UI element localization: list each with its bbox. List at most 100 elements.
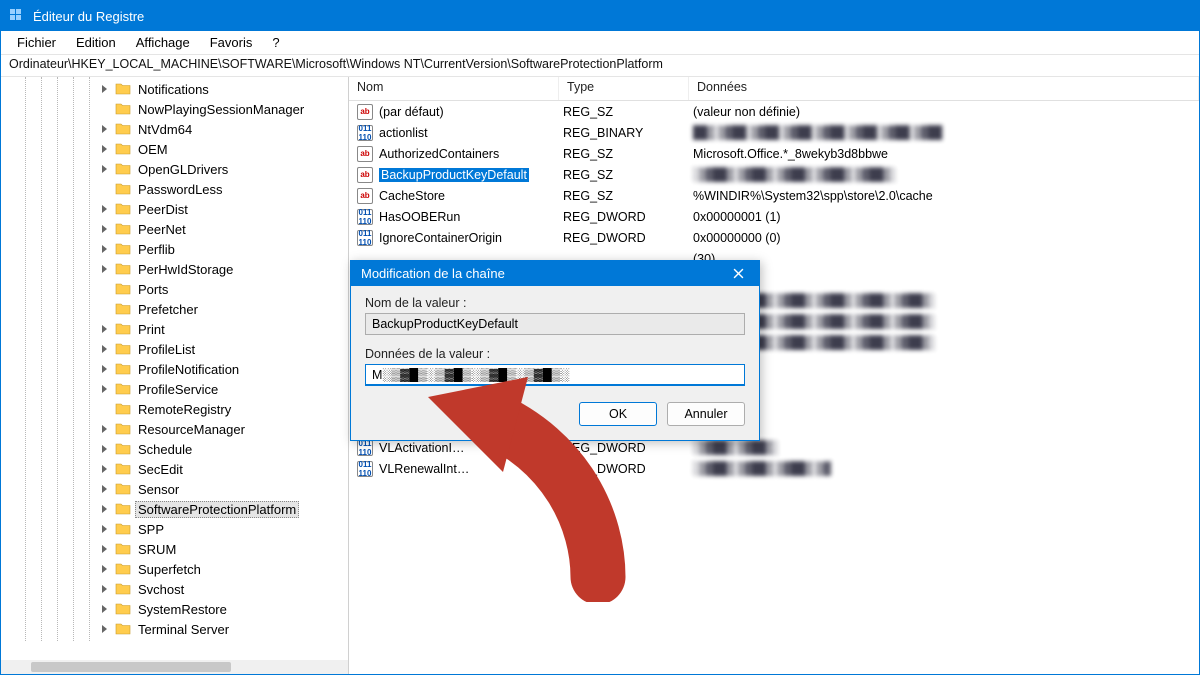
chevron-right-icon[interactable] — [99, 163, 111, 175]
scrollbar-thumb[interactable] — [31, 662, 231, 672]
column-header-data[interactable]: Données — [689, 77, 1199, 100]
chevron-right-icon[interactable] — [99, 83, 111, 95]
menu-file[interactable]: Fichier — [7, 33, 66, 52]
list-row[interactable]: 011110IgnoreContainerOriginREG_DWORD0x00… — [349, 227, 1199, 248]
tree-pane[interactable]: NotificationsNowPlayingSessionManagerNtV… — [1, 77, 349, 674]
tree-item[interactable]: Prefetcher — [3, 299, 349, 319]
folder-icon — [115, 421, 131, 437]
folder-icon — [115, 561, 131, 577]
tree-item[interactable]: ProfileService — [3, 379, 349, 399]
chevron-right-icon[interactable] — [99, 623, 111, 635]
value-data: ░▒▓██▒░▒▓██▒░▒▓██▒░▒▓██▒░▒▓██▒░ — [689, 167, 1199, 182]
tree-item[interactable]: PerHwIdStorage — [3, 259, 349, 279]
chevron-right-icon[interactable] — [99, 483, 111, 495]
tree-item[interactable]: PeerDist — [3, 199, 349, 219]
tree-item[interactable]: NtVdm64 — [3, 119, 349, 139]
menu-help[interactable]: ? — [262, 33, 289, 52]
dialog-titlebar[interactable]: Modification de la chaîne — [351, 261, 759, 286]
tree-item[interactable]: Ports — [3, 279, 349, 299]
chevron-right-icon[interactable] — [99, 583, 111, 595]
tree-item[interactable]: NowPlayingSessionManager — [3, 99, 349, 119]
tree-item[interactable]: OEM — [3, 139, 349, 159]
tree-item[interactable]: ResourceManager — [3, 419, 349, 439]
tree-item[interactable]: Superfetch — [3, 559, 349, 579]
string-value-icon: ab — [357, 146, 373, 162]
value-name-input[interactable] — [365, 313, 745, 335]
tree-item[interactable]: SPP — [3, 519, 349, 539]
chevron-right-icon[interactable] — [99, 543, 111, 555]
tree-item[interactable]: PeerNet — [3, 219, 349, 239]
list-header[interactable]: Nom Type Données — [349, 77, 1199, 101]
tree-item-label: SPP — [135, 521, 167, 538]
list-row[interactable]: 011110actionlistREG_BINARY██▒░▒▓██░▒▓██░… — [349, 122, 1199, 143]
tree-item[interactable]: RemoteRegistry — [3, 399, 349, 419]
menu-edit[interactable]: Edition — [66, 33, 126, 52]
tree-item[interactable]: Schedule — [3, 439, 349, 459]
chevron-right-icon[interactable] — [99, 323, 111, 335]
chevron-right-icon[interactable] — [99, 203, 111, 215]
value-data-input[interactable] — [365, 364, 745, 386]
menu-favorites[interactable]: Favoris — [200, 33, 263, 52]
tree-item[interactable]: Svchost — [3, 579, 349, 599]
tree-item[interactable]: Terminal Server — [3, 619, 349, 639]
chevron-right-icon[interactable] — [99, 503, 111, 515]
chevron-right-icon[interactable] — [99, 263, 111, 275]
folder-icon — [115, 461, 131, 477]
tree-horizontal-scrollbar[interactable] — [1, 660, 348, 674]
chevron-right-icon[interactable] — [99, 123, 111, 135]
tree-item[interactable]: Sensor — [3, 479, 349, 499]
tree-item-label: PerHwIdStorage — [135, 261, 236, 278]
list-row[interactable]: 011110VLRenewalInt…REG_DWORD░▒▓██▒░▒▓██▒… — [349, 458, 1199, 479]
folder-icon — [115, 201, 131, 217]
value-type: REG_SZ — [559, 105, 689, 119]
list-row[interactable]: abAuthorizedContainersREG_SZMicrosoft.Of… — [349, 143, 1199, 164]
value-data: (valeur non définie) — [689, 105, 1199, 119]
chevron-right-icon[interactable] — [99, 603, 111, 615]
tree-item[interactable]: Print — [3, 319, 349, 339]
tree-item[interactable]: ProfileNotification — [3, 359, 349, 379]
menu-view[interactable]: Affichage — [126, 33, 200, 52]
tree-item[interactable]: SecEdit — [3, 459, 349, 479]
list-row[interactable]: abBackupProductKeyDefaultREG_SZ░▒▓██▒░▒▓… — [349, 164, 1199, 185]
cancel-button[interactable]: Annuler — [667, 402, 745, 426]
tree-item[interactable]: Perflib — [3, 239, 349, 259]
tree-item[interactable]: Notifications — [3, 79, 349, 99]
tree-item[interactable]: SystemRestore — [3, 599, 349, 619]
chevron-right-icon[interactable] — [99, 523, 111, 535]
chevron-right-icon[interactable] — [99, 343, 111, 355]
tree-item[interactable]: ProfileList — [3, 339, 349, 359]
tree-item-label: PeerNet — [135, 221, 189, 238]
list-row[interactable]: ab(par défaut)REG_SZ(valeur non définie) — [349, 101, 1199, 122]
chevron-right-icon[interactable] — [99, 143, 111, 155]
close-icon — [733, 268, 744, 279]
column-header-name[interactable]: Nom — [349, 77, 559, 100]
tree-item-label: Prefetcher — [135, 301, 201, 318]
tree-item-label: SecEdit — [135, 461, 186, 478]
column-header-type[interactable]: Type — [559, 77, 689, 100]
dialog-close-button[interactable] — [723, 263, 753, 285]
chevron-right-icon[interactable] — [99, 463, 111, 475]
folder-icon — [115, 121, 131, 137]
value-name: HasOOBERun — [379, 210, 460, 224]
tree-item-label: SystemRestore — [135, 601, 230, 618]
tree-item[interactable]: SoftwareProtectionPlatform — [3, 499, 349, 519]
tree-item[interactable]: SRUM — [3, 539, 349, 559]
titlebar[interactable]: Éditeur du Registre — [1, 1, 1199, 31]
chevron-right-icon[interactable] — [99, 443, 111, 455]
chevron-right-icon[interactable] — [99, 423, 111, 435]
chevron-right-icon[interactable] — [99, 223, 111, 235]
list-row[interactable]: abCacheStoreREG_SZ%WINDIR%\System32\spp\… — [349, 185, 1199, 206]
tree-item[interactable]: PasswordLess — [3, 179, 349, 199]
chevron-right-icon[interactable] — [99, 383, 111, 395]
list-row[interactable]: 011110HasOOBERunREG_DWORD0x00000001 (1) — [349, 206, 1199, 227]
tree-item[interactable]: OpenGLDrivers — [3, 159, 349, 179]
chevron-right-icon[interactable] — [99, 363, 111, 375]
chevron-right-icon[interactable] — [99, 243, 111, 255]
ok-button[interactable]: OK — [579, 402, 657, 426]
chevron-right-icon[interactable] — [99, 563, 111, 575]
folder-icon — [115, 341, 131, 357]
address-bar[interactable]: Ordinateur\HKEY_LOCAL_MACHINE\SOFTWARE\M… — [1, 55, 1199, 77]
value-type: REG_SZ — [559, 189, 689, 203]
tree-item-label: OpenGLDrivers — [135, 161, 231, 178]
value-data: 0x00000000 (0) — [689, 231, 1199, 245]
